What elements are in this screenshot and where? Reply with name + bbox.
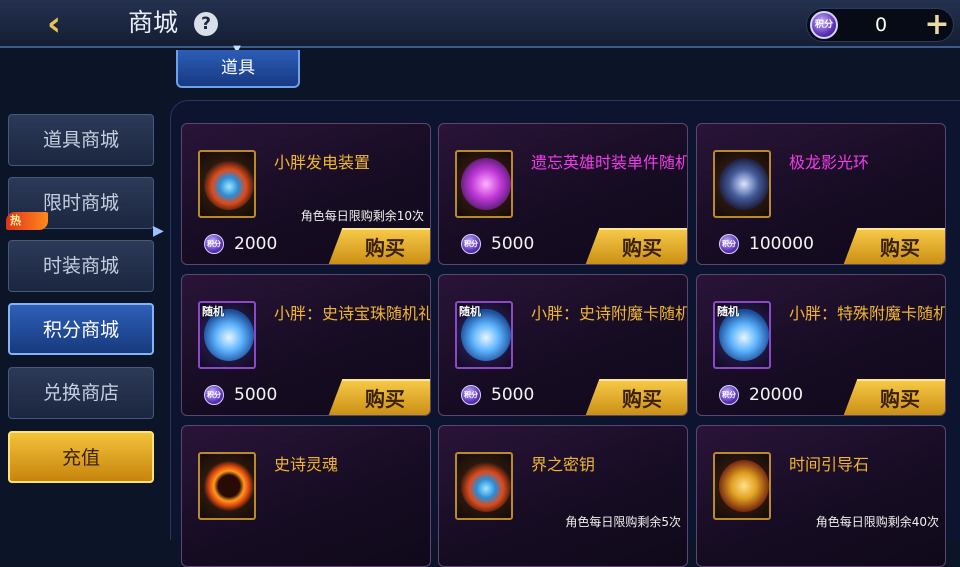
- points-coin-icon: 积分: [810, 11, 838, 39]
- shop-item-card[interactable]: 小胖发电装置角色每日限购剩余10次积分 2000 购买: [181, 123, 431, 265]
- points-coin-icon: 积分: [461, 385, 481, 405]
- points-coin-icon: 积分: [204, 385, 224, 405]
- shop-item-card[interactable]: 时间引导石角色每日限购剩余40次: [696, 425, 946, 567]
- hot-badge: 热: [6, 212, 48, 230]
- item-icon-frame: 随机: [455, 301, 513, 369]
- active-indicator-icon: ▶: [153, 223, 164, 239]
- points-coin-icon: 积分: [719, 385, 739, 405]
- item-name: 界之密钥: [531, 455, 596, 474]
- shop-item-card[interactable]: 史诗灵魂: [181, 425, 431, 567]
- dragon-aura-icon: [719, 158, 769, 210]
- item-price: 5000: [234, 385, 278, 405]
- sidebar-item-exchange-shop[interactable]: 兑换商店: [8, 367, 154, 419]
- shop-item-card[interactable]: 遗忘英雄时装单件随机积分 5000 购买: [438, 123, 688, 265]
- buy-button[interactable]: 购买: [585, 379, 687, 415]
- points-coin-icon: 积分: [461, 234, 481, 254]
- buy-button[interactable]: 购买: [328, 379, 430, 415]
- random-tag: 随机: [202, 305, 224, 318]
- page-title: 商城: [128, 8, 179, 37]
- currency-value: 0: [874, 14, 888, 36]
- sidebar-item-points-shop[interactable]: 积分商城: [8, 303, 154, 355]
- shop-item-card[interactable]: 随机 小胖：史诗附魔卡随机礼盒积分 5000 购买: [438, 274, 688, 416]
- help-icon[interactable]: ?: [194, 12, 218, 36]
- points-coin-icon: 积分: [719, 234, 739, 254]
- item-icon-frame: 随机: [713, 301, 771, 369]
- item-icon-frame: [198, 150, 256, 218]
- item-icon-frame: [198, 452, 256, 520]
- random-tag: 随机: [459, 305, 481, 318]
- item-icon-frame: [713, 452, 771, 520]
- buy-button[interactable]: 购买: [328, 228, 430, 264]
- item-name: 小胖：特殊附魔卡随机礼盒: [789, 304, 945, 323]
- item-name: 极龙影光环: [789, 153, 870, 172]
- random-tag: 随机: [717, 305, 739, 318]
- currency-display: 积分 0 +: [806, 8, 954, 42]
- item-name: 小胖：史诗附魔卡随机礼盒: [531, 304, 687, 323]
- costume-chest-icon: [461, 158, 511, 210]
- item-icon-frame: [455, 150, 513, 218]
- item-icon-frame: 随机: [198, 301, 256, 369]
- points-coin-icon: 积分: [204, 234, 224, 254]
- item-icon-frame: [455, 452, 513, 520]
- item-name: 遗忘英雄时装单件随机: [531, 153, 688, 172]
- item-price: 20000: [749, 385, 804, 405]
- electric-device-icon: [204, 158, 254, 210]
- buy-button[interactable]: 购买: [585, 228, 687, 264]
- epic-soul-icon: [204, 460, 254, 512]
- realm-key-icon: [461, 460, 511, 512]
- tab-items[interactable]: 道具: [176, 50, 300, 88]
- item-name: 时间引导石: [789, 455, 870, 474]
- shop-item-card[interactable]: 随机 小胖：特殊附魔卡随机礼盒积分 20000 购买: [696, 274, 946, 416]
- item-price: 2000: [234, 234, 278, 254]
- buy-button[interactable]: 购买: [843, 379, 945, 415]
- purchase-limit: 角色每日限购剩余5次: [565, 515, 681, 529]
- sidebar-item-item-shop[interactable]: 道具商城: [8, 114, 154, 166]
- item-name: 小胖：史诗宝珠随机礼盒: [274, 304, 430, 323]
- item-name: 史诗灵魂: [274, 455, 339, 474]
- item-price: 5000: [491, 234, 535, 254]
- sidebar-item-fashion-shop[interactable]: 时装商城: [8, 240, 154, 292]
- add-currency-button[interactable]: +: [923, 9, 951, 41]
- shop-item-card[interactable]: 极龙影光环积分 100000 购买: [696, 123, 946, 265]
- item-icon-frame: [713, 150, 771, 218]
- time-guide-stone-icon: [719, 460, 769, 512]
- item-price: 5000: [491, 385, 535, 405]
- recharge-button[interactable]: 充值: [8, 431, 154, 483]
- buy-button[interactable]: 购买: [843, 228, 945, 264]
- item-name: 小胖发电装置: [274, 153, 371, 172]
- shop-item-card[interactable]: 界之密钥角色每日限购剩余5次: [438, 425, 688, 567]
- top-bar: ‹ 商城 ? 积分 0 +: [0, 0, 960, 48]
- shop-item-card[interactable]: 随机 小胖：史诗宝珠随机礼盒积分 5000 购买: [181, 274, 431, 416]
- item-price: 100000: [749, 234, 814, 254]
- purchase-limit: 角色每日限购剩余40次: [815, 515, 939, 529]
- purchase-limit: 角色每日限购剩余10次: [300, 209, 424, 223]
- back-arrow-icon[interactable]: ‹: [30, 4, 78, 44]
